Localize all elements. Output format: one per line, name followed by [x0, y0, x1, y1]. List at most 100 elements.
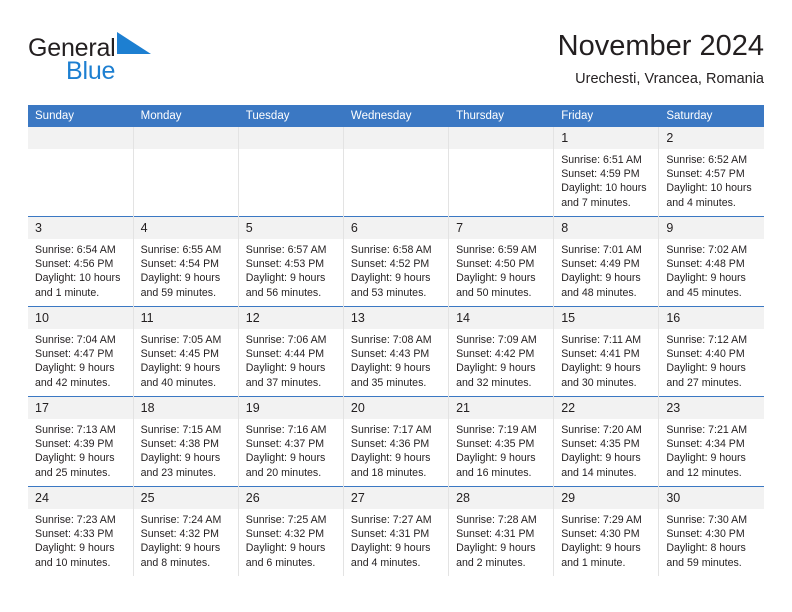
day-number: 9 [659, 217, 764, 239]
sunrise-text: Sunrise: 7:23 AM [35, 514, 116, 526]
sunrise-text: Sunrise: 7:01 AM [561, 244, 642, 256]
day-details: Sunrise: 7:09 AM Sunset: 4:42 PM Dayligh… [449, 329, 553, 390]
weekday-header-thursday: Thursday [448, 105, 555, 127]
day-cell[interactable]: 19 Sunrise: 7:16 AM Sunset: 4:37 PM Dayl… [238, 396, 344, 487]
daylight-text-line2: and 18 minutes. [350, 466, 427, 479]
day-cell[interactable]: 22 Sunrise: 7:20 AM Sunset: 4:35 PM Dayl… [553, 396, 660, 487]
sunrise-text: Sunrise: 7:21 AM [666, 424, 748, 436]
sunrise-text: Sunrise: 7:12 AM [666, 334, 748, 346]
sunset-text: Sunset: 4:30 PM [561, 528, 640, 541]
day-details: Sunrise: 7:25 AM Sunset: 4:32 PM Dayligh… [239, 509, 343, 570]
daylight-text-line1: Daylight: 9 hours [456, 452, 536, 465]
day-details: Sunrise: 6:54 AM Sunset: 4:56 PM Dayligh… [28, 239, 133, 300]
day-number: 1 [554, 127, 659, 149]
day-details: Sunrise: 7:19 AM Sunset: 4:35 PM Dayligh… [449, 419, 553, 480]
day-cell[interactable] [448, 127, 555, 217]
day-cell[interactable]: 21 Sunrise: 7:19 AM Sunset: 4:35 PM Dayl… [448, 396, 555, 487]
day-cell[interactable]: 8 Sunrise: 7:01 AM Sunset: 4:49 PM Dayli… [553, 216, 660, 307]
day-details: Sunrise: 6:59 AM Sunset: 4:50 PM Dayligh… [449, 239, 553, 300]
day-number [449, 127, 554, 149]
daylight-text-line1: Daylight: 10 hours [561, 182, 647, 195]
day-cell[interactable]: 26 Sunrise: 7:25 AM Sunset: 4:32 PM Dayl… [238, 486, 344, 576]
sunset-text: Sunset: 4:32 PM [140, 528, 219, 541]
sunset-text: Sunset: 4:47 PM [35, 348, 114, 361]
day-cell[interactable]: 5 Sunrise: 6:57 AM Sunset: 4:53 PM Dayli… [238, 216, 344, 307]
daylight-text-line2: and 50 minutes. [456, 286, 532, 299]
day-cell[interactable]: 11 Sunrise: 7:05 AM Sunset: 4:45 PM Dayl… [133, 306, 239, 397]
day-cell[interactable]: 10 Sunrise: 7:04 AM Sunset: 4:47 PM Dayl… [28, 306, 134, 397]
day-details: Sunrise: 6:57 AM Sunset: 4:53 PM Dayligh… [239, 239, 343, 300]
day-cell[interactable]: 17 Sunrise: 7:13 AM Sunset: 4:39 PM Dayl… [28, 396, 134, 487]
sunset-text: Sunset: 4:32 PM [245, 528, 325, 541]
day-cell[interactable]: 9 Sunrise: 7:02 AM Sunset: 4:48 PM Dayli… [658, 216, 764, 307]
day-cell[interactable]: 16 Sunrise: 7:12 AM Sunset: 4:40 PM Dayl… [658, 306, 764, 397]
day-cell[interactable]: 4 Sunrise: 6:55 AM Sunset: 4:54 PM Dayli… [133, 216, 239, 307]
daylight-text-line1: Daylight: 9 hours [350, 362, 431, 375]
daylight-text-line1: Daylight: 9 hours [456, 542, 536, 555]
daylight-text-line1: Daylight: 9 hours [245, 452, 326, 465]
sunrise-text: Sunrise: 7:08 AM [350, 334, 432, 346]
day-cell[interactable] [238, 127, 344, 217]
day-number: 23 [659, 397, 764, 419]
sunrise-text: Sunrise: 7:20 AM [561, 424, 642, 436]
day-cell[interactable]: 23 Sunrise: 7:21 AM Sunset: 4:34 PM Dayl… [658, 396, 764, 487]
day-cell[interactable] [133, 127, 239, 217]
day-cell[interactable]: 24 Sunrise: 7:23 AM Sunset: 4:33 PM Dayl… [28, 486, 134, 576]
day-cell[interactable]: 18 Sunrise: 7:15 AM Sunset: 4:38 PM Dayl… [133, 396, 239, 487]
calendar-week-row: 17 Sunrise: 7:13 AM Sunset: 4:39 PM Dayl… [28, 396, 764, 487]
sunrise-text: Sunrise: 7:13 AM [35, 424, 116, 436]
day-number: 20 [343, 397, 449, 419]
day-cell[interactable]: 13 Sunrise: 7:08 AM Sunset: 4:43 PM Dayl… [343, 306, 450, 397]
sunrise-text: Sunrise: 7:19 AM [456, 424, 537, 436]
daylight-text-line2: and 10 minutes. [35, 556, 111, 569]
day-details: Sunrise: 7:23 AM Sunset: 4:33 PM Dayligh… [28, 509, 133, 570]
day-cell[interactable]: 7 Sunrise: 6:59 AM Sunset: 4:50 PM Dayli… [448, 216, 555, 307]
day-cell[interactable]: 28 Sunrise: 7:28 AM Sunset: 4:31 PM Dayl… [448, 486, 555, 576]
daylight-text-line1: Daylight: 10 hours [35, 272, 121, 285]
day-cell[interactable]: 29 Sunrise: 7:29 AM Sunset: 4:30 PM Dayl… [553, 486, 660, 576]
sunset-text: Sunset: 4:48 PM [666, 258, 745, 271]
day-cell[interactable]: 14 Sunrise: 7:09 AM Sunset: 4:42 PM Dayl… [448, 306, 555, 397]
daylight-text-line1: Daylight: 10 hours [666, 182, 752, 195]
day-number: 18 [133, 397, 238, 419]
sunset-text: Sunset: 4:42 PM [456, 348, 535, 361]
day-cell[interactable]: 1 Sunrise: 6:51 AM Sunset: 4:59 PM Dayli… [553, 127, 660, 217]
day-cell[interactable]: 25 Sunrise: 7:24 AM Sunset: 4:32 PM Dayl… [133, 486, 239, 576]
daylight-text-line1: Daylight: 9 hours [245, 272, 326, 285]
sunrise-text: Sunrise: 7:25 AM [245, 514, 327, 526]
sunset-text: Sunset: 4:30 PM [666, 528, 745, 541]
day-number: 13 [343, 307, 449, 329]
day-cell[interactable] [343, 127, 450, 217]
day-details: Sunrise: 7:17 AM Sunset: 4:36 PM Dayligh… [344, 419, 448, 480]
day-cell[interactable]: 20 Sunrise: 7:17 AM Sunset: 4:36 PM Dayl… [343, 396, 450, 487]
daylight-text-line2: and 14 minutes. [561, 466, 637, 479]
day-details: Sunrise: 6:55 AM Sunset: 4:54 PM Dayligh… [134, 239, 238, 300]
daylight-text-line2: and 4 minutes. [666, 196, 736, 209]
day-details: Sunrise: 6:51 AM Sunset: 4:59 PM Dayligh… [554, 149, 658, 210]
daylight-text-line1: Daylight: 9 hours [140, 272, 221, 285]
day-cell[interactable]: 2 Sunrise: 6:52 AM Sunset: 4:57 PM Dayli… [658, 127, 764, 217]
day-cell[interactable]: 30 Sunrise: 7:30 AM Sunset: 4:30 PM Dayl… [658, 486, 764, 576]
brand-name-blue: Blue [66, 57, 116, 85]
sunset-text: Sunset: 4:31 PM [350, 528, 430, 541]
day-cell[interactable]: 15 Sunrise: 7:11 AM Sunset: 4:41 PM Dayl… [553, 306, 660, 397]
day-details: Sunrise: 7:16 AM Sunset: 4:37 PM Dayligh… [239, 419, 343, 480]
day-cell[interactable]: 6 Sunrise: 6:58 AM Sunset: 4:52 PM Dayli… [343, 216, 450, 307]
sunset-text: Sunset: 4:59 PM [561, 168, 640, 181]
brand-logo[interactable]: General Blue [28, 32, 258, 90]
day-cell[interactable]: 3 Sunrise: 6:54 AM Sunset: 4:56 PM Dayli… [28, 216, 134, 307]
weekday-header-wednesday: Wednesday [343, 105, 450, 127]
daylight-text-line2: and 48 minutes. [561, 286, 637, 299]
day-number: 19 [238, 397, 343, 419]
sunrise-text: Sunrise: 6:54 AM [35, 244, 116, 256]
day-number: 21 [449, 397, 554, 419]
day-cell[interactable]: 12 Sunrise: 7:06 AM Sunset: 4:44 PM Dayl… [238, 306, 344, 397]
day-cell[interactable]: 27 Sunrise: 7:27 AM Sunset: 4:31 PM Dayl… [343, 486, 450, 576]
calendar-week-row: 10 Sunrise: 7:04 AM Sunset: 4:47 PM Dayl… [28, 306, 764, 397]
day-cell[interactable] [28, 127, 134, 217]
daylight-text-line1: Daylight: 9 hours [561, 542, 641, 555]
day-details: Sunrise: 7:11 AM Sunset: 4:41 PM Dayligh… [554, 329, 658, 390]
daylight-text-line2: and 1 minute. [561, 556, 626, 569]
daylight-text-line1: Daylight: 9 hours [35, 362, 115, 375]
day-number [133, 127, 238, 149]
